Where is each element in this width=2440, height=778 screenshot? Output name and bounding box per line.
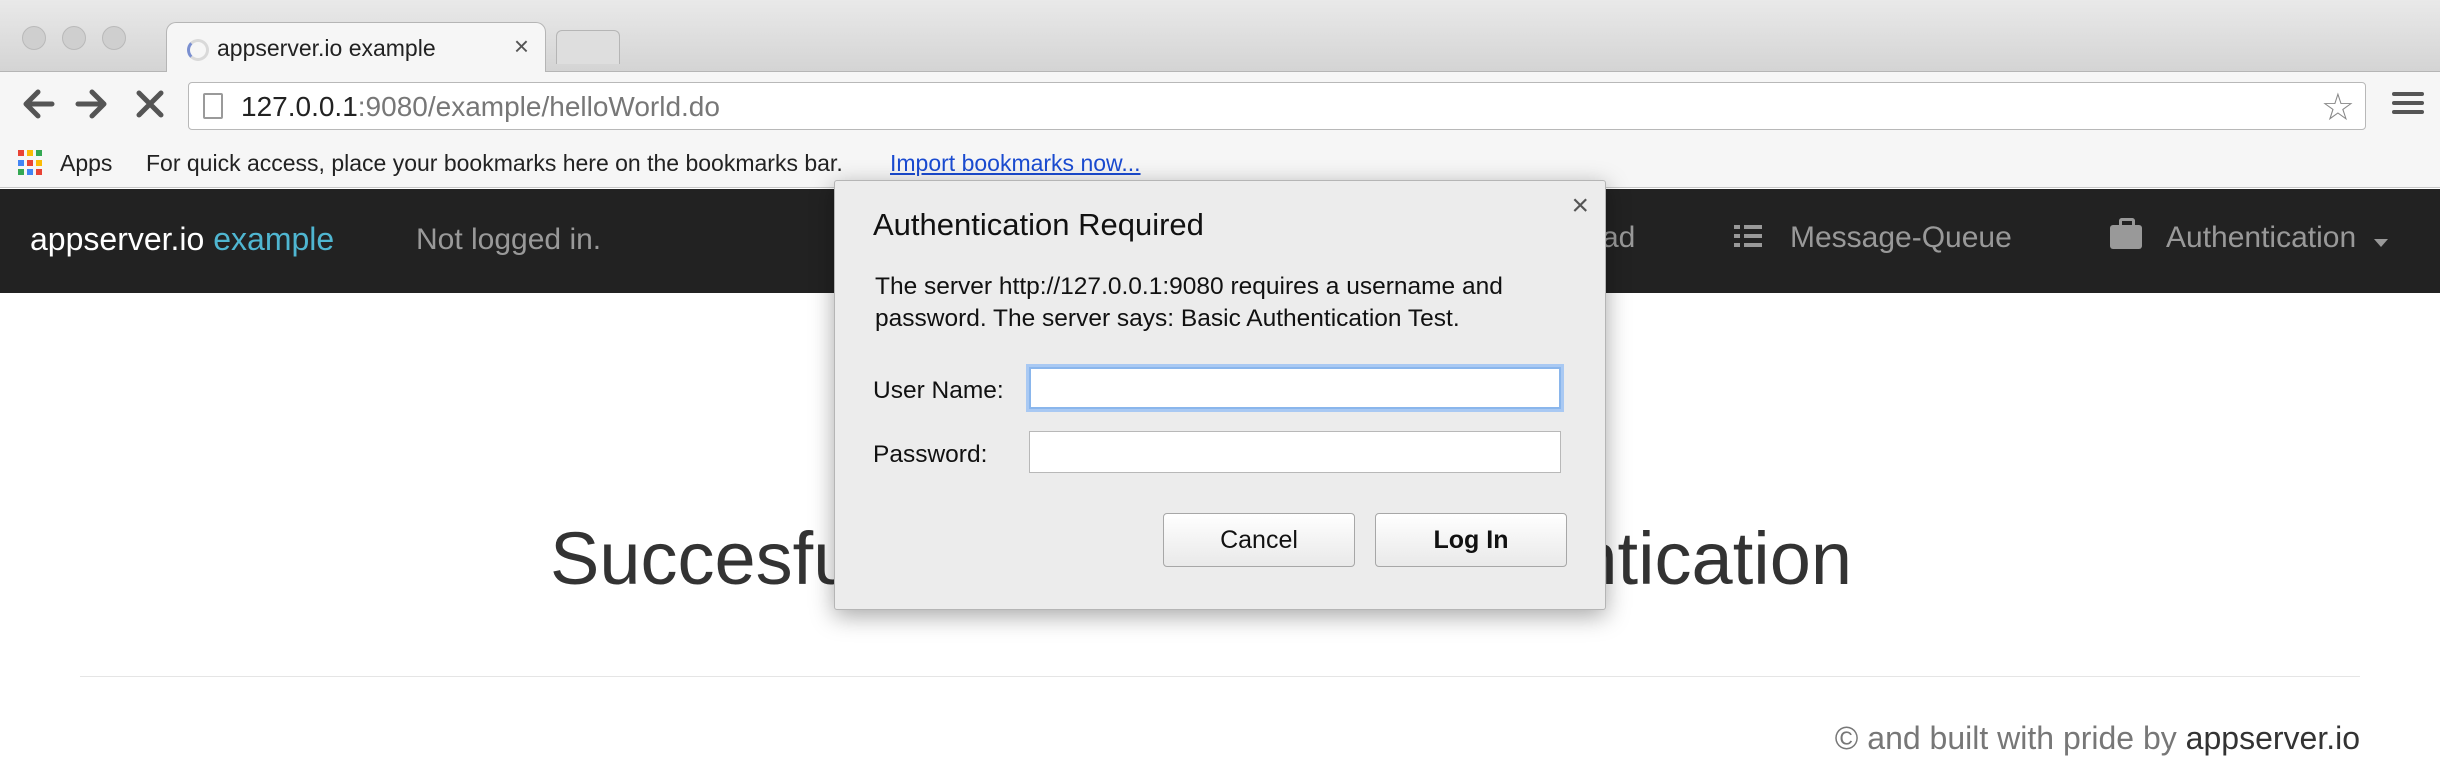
nav-item-message-queue[interactable]: Message-Queue [1790, 221, 2012, 255]
nav-item-partial[interactable]: ad [1602, 221, 1635, 255]
forward-icon[interactable] [70, 84, 114, 128]
zoom-window-button[interactable] [102, 26, 126, 50]
browser-tab[interactable]: appserver.io example × [166, 22, 546, 74]
headline-right: ntication [1576, 517, 1853, 600]
divider [80, 676, 2360, 677]
stop-icon[interactable] [128, 84, 172, 128]
close-window-button[interactable] [22, 26, 46, 50]
username-label: User Name: [873, 377, 1004, 404]
menu-icon[interactable] [2392, 92, 2424, 119]
new-tab-button[interactable] [556, 30, 620, 64]
url-host: 127.0.0.1 [241, 91, 358, 122]
headline-left: Succesfu [550, 517, 855, 600]
brand-accent: example [213, 221, 335, 257]
apps-shortcut[interactable]: Apps [60, 150, 112, 177]
footer-prefix: © and built with pride by [1834, 720, 2177, 756]
star-icon[interactable]: ☆ [2321, 85, 2355, 130]
tab-close-icon[interactable]: × [514, 31, 529, 62]
bookmarks-hint: For quick access, place your bookmarks h… [146, 150, 843, 176]
password-label: Password: [873, 441, 988, 468]
import-bookmarks-link[interactable]: Import bookmarks now... [890, 150, 1141, 177]
apps-icon[interactable] [18, 150, 44, 176]
brand-logo[interactable]: appserver.io example [30, 221, 334, 258]
tab-title: appserver.io example [217, 35, 436, 61]
login-button[interactable]: Log In [1375, 513, 1567, 567]
close-icon[interactable]: × [1571, 189, 1589, 223]
browser-toolbar: 127.0.0.1:9080/example/helloWorld.do ☆ [0, 72, 2440, 142]
page-icon [203, 93, 223, 119]
loading-spinner-icon [187, 39, 209, 61]
url-text[interactable]: 127.0.0.1:9080/example/helloWorld.do [241, 91, 720, 123]
caret-down-icon[interactable] [2374, 239, 2388, 247]
back-icon[interactable] [16, 84, 60, 128]
password-input[interactable] [1029, 431, 1561, 473]
briefcase-icon [2110, 218, 2142, 249]
footer-brand-link[interactable]: appserver.io [2186, 720, 2360, 756]
nav-item-authentication[interactable]: Authentication [2166, 221, 2356, 255]
footer: © and built with pride by appserver.io [1835, 720, 2360, 757]
cancel-button[interactable]: Cancel [1163, 513, 1355, 567]
minimize-window-button[interactable] [62, 26, 86, 50]
tab-strip: appserver.io example × [0, 0, 2440, 74]
login-status: Not logged in. [416, 223, 602, 256]
dialog-message: The server http://127.0.0.1:9080 require… [875, 273, 1503, 332]
list-icon [1734, 225, 1762, 252]
url-path: :9080/example/helloWorld.do [357, 91, 720, 122]
auth-dialog: × Authentication Required The server htt… [834, 180, 1606, 610]
address-bar[interactable]: 127.0.0.1:9080/example/helloWorld.do ☆ [188, 82, 2366, 130]
dialog-title: Authentication Required [873, 207, 1204, 242]
username-input[interactable] [1029, 367, 1561, 409]
brand-main: appserver.io [30, 221, 205, 257]
